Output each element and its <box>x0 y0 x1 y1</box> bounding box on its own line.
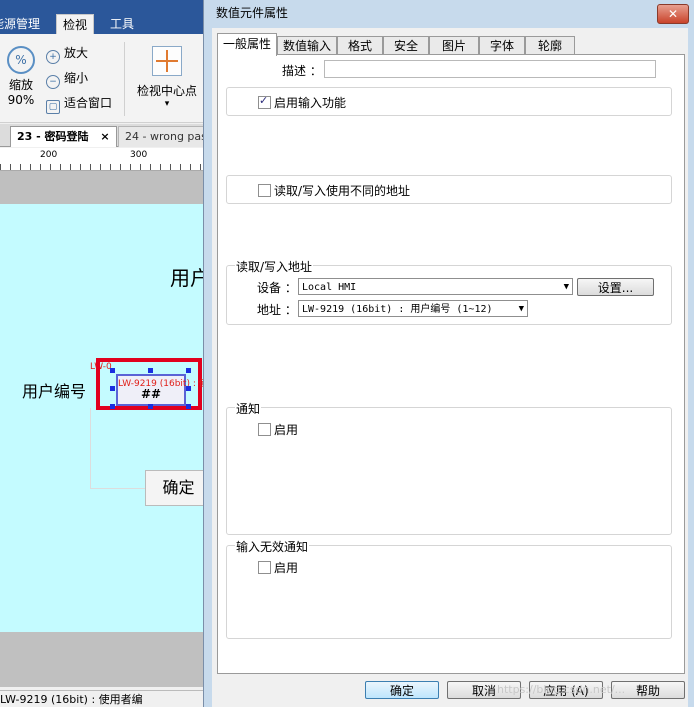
numeric-properties-dialog: 数值元件属性 ✕ 一般属性 数值输入 格式 安全 图片 字体 轮廓 描述 ： 启… <box>203 0 694 707</box>
zoom-value: 90% <box>7 93 35 107</box>
zoom-out-button[interactable]: − 缩小 <box>46 69 89 89</box>
view-center-button[interactable]: 检视中心点 ▾ <box>132 46 202 109</box>
description-input[interactable] <box>324 60 656 78</box>
watermark-text: https://blog.csdn.net/... <box>497 683 626 696</box>
checkbox-icon <box>258 423 271 436</box>
resize-handle[interactable] <box>186 404 191 409</box>
editor-app: 能源管理 检视 工具 % 缩放 90% + 放大 −缩小 ▢ 适合窗口 检视中心点 … <box>0 0 210 707</box>
invalid-input-enable-checkbox[interactable]: 启用 <box>258 559 298 576</box>
notification-group: 通知 启用 <box>226 400 672 535</box>
enable-input-label: 启用输入功能 <box>274 96 347 110</box>
dialog-body: 一般属性 数值输入 格式 安全 图片 字体 轮廓 描述 ： 启用输入功能 读取/… <box>212 28 688 707</box>
enable-input-checkbox[interactable]: 启用输入功能 <box>258 94 346 111</box>
resize-handle[interactable] <box>110 404 115 409</box>
zoom-out-icon: − <box>46 75 60 89</box>
checkbox-icon <box>258 561 271 574</box>
design-canvas[interactable]: 用户 用户编号 LW-0 LW-9219 (16bit) : 使 ## 确定 <box>0 204 210 632</box>
description-label: 描述 ： <box>282 64 322 78</box>
ribbon-tab-bar: 能源管理 检视 工具 <box>0 0 210 35</box>
dialog-close-button[interactable]: ✕ <box>657 4 689 24</box>
notification-enable-label: 启用 <box>274 423 299 437</box>
resize-handle[interactable] <box>148 404 153 409</box>
general-tab-panel: 描述 ： 启用输入功能 读取/写入使用不同的地址 读取/写入地址 设备 ： Lo… <box>217 54 685 674</box>
ruler-mark: 300 <box>130 150 148 160</box>
invalid-input-enable-label: 启用 <box>274 561 299 575</box>
ok-button[interactable]: 确定 <box>365 681 439 699</box>
tab-security[interactable]: 安全 <box>383 36 429 55</box>
status-bar: LW-9219 (16bit) : 使用者编 <box>0 690 210 707</box>
fit-window-icon: ▢ <box>46 100 60 114</box>
tab-format[interactable]: 格式 <box>337 36 383 55</box>
close-icon: ✕ <box>667 7 679 21</box>
device-select[interactable]: Local HMI ▼ <box>298 278 573 295</box>
user-id-label: 用户编号 <box>22 382 87 401</box>
device-select-value: Local HMI <box>302 282 357 293</box>
doc-tab-login[interactable]: 23 - 密码登陆 × <box>10 126 117 147</box>
ribbon-tab-view[interactable]: 检视 <box>56 14 95 35</box>
crosshair-icon <box>152 46 182 76</box>
address-select-value: LW-9219 (16bit) : 用户编号 (1~12) <box>302 304 493 315</box>
ribbon-divider <box>124 42 125 116</box>
resize-handle[interactable] <box>186 368 191 373</box>
device-label: 设备 ： <box>257 281 297 295</box>
zoom-percent-icon: % <box>7 46 35 74</box>
tab-numeric-input[interactable]: 数值输入 <box>277 36 337 55</box>
chevron-down-icon: ▼ <box>563 282 569 292</box>
dialog-title: 数值元件属性 <box>216 6 289 20</box>
resize-handle[interactable] <box>148 368 153 373</box>
notification-enable-checkbox[interactable]: 启用 <box>258 421 298 438</box>
checkbox-icon <box>258 184 271 197</box>
canvas-confirm-button[interactable]: 确定 <box>145 470 210 506</box>
doc-tab-wrong-password[interactable]: 24 - wrong pas <box>118 126 210 147</box>
resize-handle[interactable] <box>110 386 115 391</box>
zoom-control[interactable]: % 缩放 90% <box>4 42 38 107</box>
address-select[interactable]: LW-9219 (16bit) : 用户编号 (1~12) ▼ <box>298 300 528 317</box>
ruler-mark: 200 <box>40 150 58 160</box>
rw-address-group: 读取/写入地址 设备 ： Local HMI ▼ 设置... 地址 ： LW-9… <box>226 258 672 325</box>
fit-window-button[interactable]: ▢ 适合窗口 <box>46 94 113 114</box>
invalid-input-notification-group: 输入无效通知 启用 <box>226 538 672 639</box>
checkbox-checked-icon <box>258 94 271 109</box>
chevron-down-icon: ▼ <box>518 304 524 314</box>
horizontal-ruler: 200 300 <box>0 148 210 171</box>
ribbon-panel: % 缩放 90% + 放大 − 缩小 ▢ 适合窗口 检视中心点 ▾ <box>0 34 210 123</box>
rw-different-checkbox[interactable]: 读取/写入使用不同的地址 <box>258 182 410 199</box>
ribbon-tab-tools[interactable]: 工具 <box>104 14 140 34</box>
enable-input-group: 启用输入功能 <box>226 87 672 116</box>
resize-handle[interactable] <box>186 386 191 391</box>
tab-outline[interactable]: 轮廓 <box>525 36 575 55</box>
zoom-in-icon: + <box>46 50 60 64</box>
zoom-in-label: 放大 <box>64 46 89 60</box>
tab-font[interactable]: 字体 <box>479 36 525 55</box>
document-tab-bar: 23 - 密码登陆 × 24 - wrong pas <box>0 124 210 147</box>
rw-address-title: 读取/写入地址 <box>235 258 314 275</box>
zoom-label: 缩放 <box>8 78 33 92</box>
zoom-out-label: 缩小 <box>64 71 89 85</box>
rw-different-group: 读取/写入使用不同的地址 <box>226 175 672 204</box>
close-icon[interactable]: × <box>100 130 109 143</box>
zoom-in-button[interactable]: + 放大 <box>46 44 89 64</box>
address-label: 地址 ： <box>257 303 297 317</box>
canvas-bottom-margin <box>0 632 210 687</box>
view-center-label: 检视中心点 <box>136 84 197 98</box>
tab-general[interactable]: 一般属性 <box>217 33 277 56</box>
fit-window-label: 适合窗口 <box>64 96 113 110</box>
settings-button[interactable]: 设置... <box>577 278 654 296</box>
notification-title: 通知 <box>235 400 262 417</box>
canvas-margin <box>0 171 210 204</box>
doc-tab-label: 23 - 密码登陆 <box>17 130 89 143</box>
ribbon-tab-energy[interactable]: 能源管理 <box>0 14 46 34</box>
rw-different-label: 读取/写入使用不同的地址 <box>274 184 411 198</box>
invalid-input-title: 输入无效通知 <box>235 538 310 555</box>
numeric-placeholder: ## <box>140 387 162 401</box>
numeric-object[interactable]: LW-9219 (16bit) : 使 ## <box>116 374 208 406</box>
chevron-down-icon: ▾ <box>164 99 170 109</box>
resize-handle[interactable] <box>110 368 115 373</box>
tab-picture[interactable]: 图片 <box>429 36 479 55</box>
